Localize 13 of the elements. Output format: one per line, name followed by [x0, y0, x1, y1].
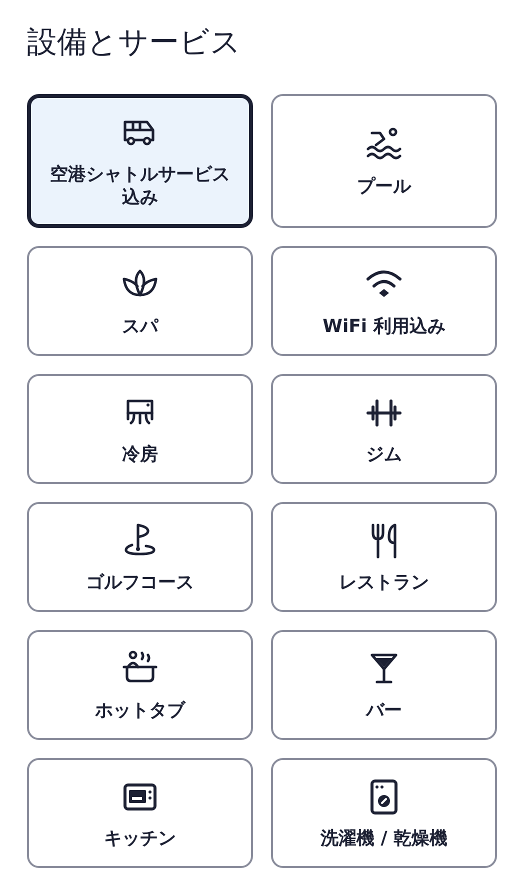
amenity-option[interactable]: バー: [271, 630, 497, 740]
amenity-option[interactable]: WiFi 利用込み: [271, 246, 497, 356]
amenity-option[interactable]: ゴルフコース: [27, 502, 253, 612]
amenity-option[interactable]: 冷房: [27, 374, 253, 484]
amenity-option[interactable]: 洗濯機 / 乾燥機: [271, 758, 497, 868]
section-title: 設備とサービス: [27, 24, 242, 62]
amenity-option[interactable]: レストラン: [271, 502, 497, 612]
amenity-option[interactable]: キッチン: [27, 758, 253, 868]
amenity-option[interactable]: ジム: [271, 374, 497, 484]
amenity-option[interactable]: プール: [271, 94, 497, 228]
amenity-option[interactable]: 空港シャトルサービス込み: [27, 94, 253, 228]
amenity-option[interactable]: ホットタブ: [27, 630, 253, 740]
amenity-option[interactable]: スパ: [27, 246, 253, 356]
